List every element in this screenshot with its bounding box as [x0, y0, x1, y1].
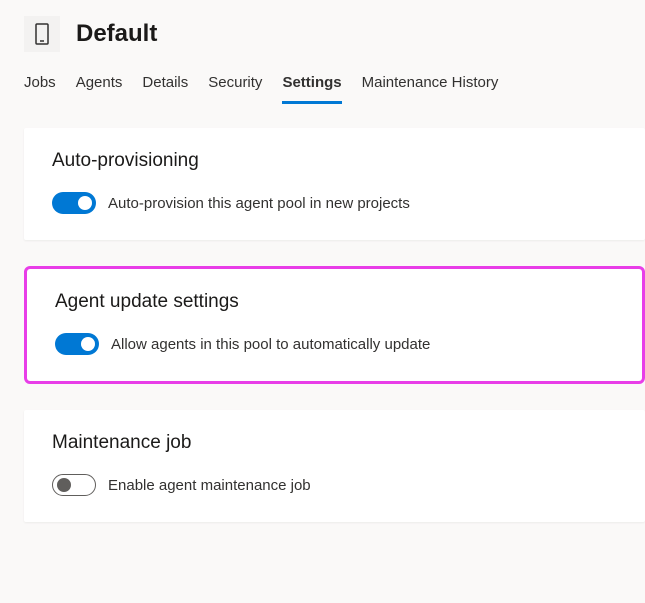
tab-details[interactable]: Details [142, 68, 188, 104]
toggle-auto-provision[interactable] [52, 192, 96, 214]
toggle-thumb [81, 337, 95, 351]
settings-content: Auto-provisioning Auto-provision this ag… [0, 104, 645, 522]
card-auto-provisioning: Auto-provisioning Auto-provision this ag… [24, 128, 645, 240]
tab-settings[interactable]: Settings [282, 68, 341, 104]
toggle-thumb [78, 196, 92, 210]
page-header: Default [0, 0, 645, 60]
page-title: Default [76, 20, 157, 48]
toggle-label-auto-provision: Auto-provision this agent pool in new pr… [108, 195, 410, 212]
card-title-maintenance: Maintenance job [52, 432, 617, 454]
toggle-thumb [57, 478, 71, 492]
tab-jobs[interactable]: Jobs [24, 68, 56, 104]
card-agent-update: Agent update settings Allow agents in th… [24, 266, 645, 384]
toggle-maintenance[interactable] [52, 474, 96, 496]
pool-icon [24, 16, 60, 52]
tab-agents[interactable]: Agents [76, 68, 123, 104]
tabs: Jobs Agents Details Security Settings Ma… [0, 60, 645, 104]
card-title-auto-provisioning: Auto-provisioning [52, 150, 617, 172]
toggle-row-auto-provisioning: Auto-provision this agent pool in new pr… [52, 192, 617, 214]
card-title-agent-update: Agent update settings [55, 291, 614, 313]
toggle-row-maintenance: Enable agent maintenance job [52, 474, 617, 496]
toggle-label-maintenance: Enable agent maintenance job [108, 477, 311, 494]
tab-security[interactable]: Security [208, 68, 262, 104]
tab-maintenance-history[interactable]: Maintenance History [362, 68, 499, 104]
toggle-label-agent-update: Allow agents in this pool to automatical… [111, 336, 430, 353]
card-maintenance: Maintenance job Enable agent maintenance… [24, 410, 645, 522]
toggle-agent-update[interactable] [55, 333, 99, 355]
toggle-row-agent-update: Allow agents in this pool to automatical… [55, 333, 614, 355]
